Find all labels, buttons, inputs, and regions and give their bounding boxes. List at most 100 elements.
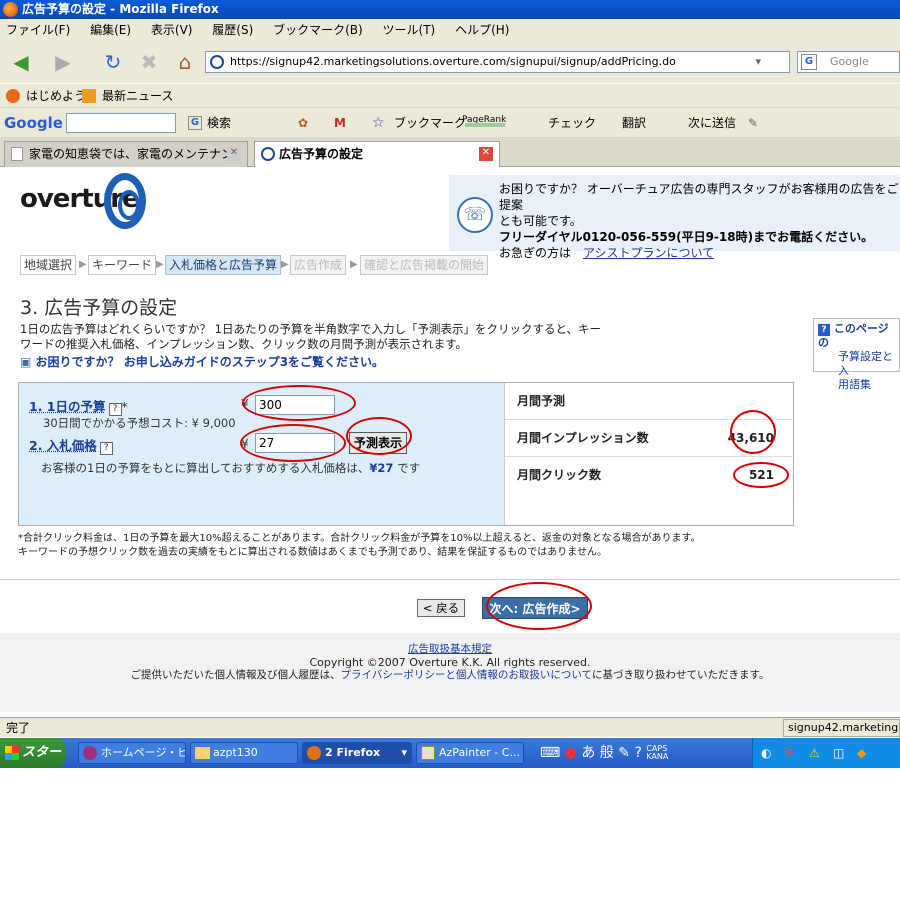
- help-icon[interactable]: ?: [99, 442, 113, 455]
- url-text: https://signup42.marketingsolutions.over…: [230, 55, 676, 68]
- annotation-oval: [240, 424, 346, 462]
- firefox-icon: [307, 746, 321, 760]
- gmail-icon[interactable]: M: [334, 108, 346, 138]
- close-tab-icon[interactable]: ✕: [227, 147, 241, 161]
- pagerank-bar: [465, 123, 505, 127]
- window-title: 広告予算の設定 - Mozilla Firefox: [22, 2, 219, 16]
- task-homepage[interactable]: ホームページ・ビ...: [78, 742, 186, 764]
- step-keyword: キーワード: [88, 255, 157, 275]
- search-placeholder: Google: [830, 55, 869, 68]
- help-line-2: とも可能です。: [499, 214, 582, 228]
- puzzle-icon[interactable]: ✿: [298, 108, 308, 138]
- stop-icon[interactable]: ✖: [134, 47, 164, 77]
- task-azpainter[interactable]: AzPainter - C...: [416, 742, 524, 764]
- spellcheck-button[interactable]: チェック: [548, 108, 596, 138]
- daily-budget-label: 1. 1日の予算? *: [29, 399, 128, 416]
- task-azpt130[interactable]: azpt130: [190, 742, 298, 764]
- guide-link-text: お困りですか？ お申し込みガイドのステップ3をご覧ください。: [35, 355, 385, 369]
- disclaimer: *合計クリック料金は、1日の予算を最大10%超えることがあります。合計クリック料…: [18, 533, 701, 558]
- divider: [0, 579, 900, 580]
- azpainter-icon: [421, 746, 435, 760]
- terms-link[interactable]: 広告取扱基本規定: [0, 643, 900, 656]
- tab-budget[interactable]: 広告予算の設定 ✕: [254, 141, 500, 167]
- wrench-icon[interactable]: ✎: [748, 108, 758, 138]
- help-banner: ☏ お困りですか？ オーバーチュア広告の専門スタッフがお客様用の広告をご提案 と…: [449, 175, 900, 260]
- help-icon: ?: [818, 324, 830, 336]
- google-search-input[interactable]: [66, 113, 176, 133]
- ime-icon[interactable]: ●: [565, 745, 577, 761]
- menu-edit[interactable]: 編集(E): [90, 23, 131, 37]
- bookmarks-toolbar: はじめよう 最新ニュース: [0, 83, 900, 107]
- google-engine-icon[interactable]: G: [801, 54, 817, 70]
- status-bar: 完了 signup42.marketingsolutions: [0, 717, 900, 737]
- bid-price-label: 2. 入札価格?: [29, 435, 113, 455]
- start-button[interactable]: スタート: [0, 738, 66, 790]
- step-arrow-icon: ▶: [281, 259, 289, 270]
- page-footer: 広告取扱基本規定 Copyright ©2007 Overture K.K. A…: [0, 633, 900, 712]
- step-arrow-icon: ▶: [350, 259, 358, 270]
- bookmark-getting-started[interactable]: はじめよう: [26, 84, 86, 108]
- help-phone: フリーダイヤル0120-056-559(平日9-18時)までお電話ください。: [499, 230, 874, 244]
- step-bid-budget: 入札価格と広告予算: [165, 255, 282, 275]
- firefox-icon: [3, 2, 18, 17]
- annotation-oval: [486, 582, 592, 630]
- privacy-link[interactable]: プライバシーポリシーと個人情報のお取扱いについて: [341, 669, 592, 681]
- url-bar[interactable]: https://signup42.marketingsolutions.over…: [205, 51, 811, 73]
- side-help-link-budget[interactable]: 予算設定と入: [818, 350, 899, 378]
- back-button[interactable]: < 戻る: [417, 599, 465, 617]
- help-line-1: お困りですか？ オーバーチュア広告の専門スタッフがお客様用の広告をご提案: [499, 182, 899, 212]
- menu-view[interactable]: 表示(V): [151, 23, 193, 37]
- menu-file[interactable]: ファイル(F): [6, 23, 70, 37]
- close-tab-icon[interactable]: ✕: [479, 147, 493, 161]
- reload-icon[interactable]: ↻: [98, 47, 128, 77]
- bookmark-latest-news[interactable]: 最新ニュース: [102, 84, 173, 108]
- site-favicon: [210, 55, 224, 69]
- ime-mode[interactable]: あ 般: [581, 745, 613, 761]
- step-arrow-icon: ▶: [79, 259, 87, 270]
- assist-plan-link[interactable]: アシストプランについて: [583, 246, 714, 260]
- tray-app-icon[interactable]: ◆: [857, 746, 866, 760]
- monthly-cost-note: 30日間でかかる予想コスト: ¥ 9,000: [43, 416, 236, 430]
- home-icon[interactable]: ⌂: [170, 47, 200, 77]
- menu-tools[interactable]: ツール(T): [383, 23, 436, 37]
- keyboard-icon[interactable]: ⌨: [540, 745, 560, 761]
- status-text: 完了: [6, 721, 31, 735]
- speaker-icon[interactable]: ◐: [761, 746, 771, 760]
- dropdown-icon[interactable]: ▾: [755, 52, 761, 72]
- guide-link[interactable]: ▣ お困りですか？ お申し込みガイドのステップ3をご覧ください。: [20, 353, 384, 370]
- page-icon: [11, 147, 23, 161]
- annotation-oval: [242, 385, 356, 421]
- search-box[interactable]: G Google: [797, 51, 900, 73]
- google-logo[interactable]: Google: [4, 108, 63, 138]
- annotation-oval: [733, 462, 789, 488]
- help-icon[interactable]: ?: [634, 745, 641, 761]
- dropdown-icon: ▾: [401, 746, 407, 759]
- recommend-note: お客様の1日の予算をもとに算出しておすすめする入札価格は、¥27 です: [41, 461, 421, 475]
- google-g-icon: G: [188, 116, 202, 130]
- page-content: overture ☏ お困りですか？ オーバーチュア広告の専門スタッフがお客様用…: [0, 167, 900, 712]
- folder-icon: [195, 747, 210, 759]
- taskbar: スタート ホームページ・ビ... azpt130 2 Firefox ▾ AzP…: [0, 738, 900, 790]
- google-bookmarks-button[interactable]: ブックマーク: [394, 108, 466, 138]
- overture-logo-icon: [104, 173, 146, 229]
- back-icon[interactable]: ◀: [6, 47, 36, 77]
- help-urgent-prefix: お急ぎの方は: [499, 246, 572, 260]
- tab-appliance[interactable]: 家電の知恵袋では、家電のメンテナンス... ✕: [4, 141, 248, 185]
- forward-icon[interactable]: ▶: [48, 47, 78, 77]
- translate-button[interactable]: 翻訳: [622, 108, 646, 138]
- task-firefox[interactable]: 2 Firefox ▾: [302, 742, 412, 764]
- tool-icon[interactable]: ✎: [618, 745, 630, 761]
- ime-toolbar[interactable]: ⌨ ● あ 般 ✎ ? CAPS KANA: [540, 744, 748, 762]
- menu-history[interactable]: 履歴(S): [212, 23, 253, 37]
- network-icon[interactable]: ◫: [833, 746, 844, 760]
- menu-bookmarks[interactable]: ブックマーク(B): [273, 23, 363, 37]
- star-icon[interactable]: ☆: [372, 108, 385, 138]
- google-search-button[interactable]: 検索: [207, 108, 231, 138]
- security-icon[interactable]: ⛨: [785, 746, 794, 761]
- send-to-button[interactable]: 次に送信: [688, 108, 736, 138]
- menu-help[interactable]: ヘルプ(H): [455, 23, 509, 37]
- rss-icon: [82, 89, 96, 103]
- side-help-link-glossary[interactable]: 用語集: [818, 378, 899, 392]
- warning-icon[interactable]: ⚠: [809, 746, 820, 760]
- annotation-oval: [730, 410, 776, 454]
